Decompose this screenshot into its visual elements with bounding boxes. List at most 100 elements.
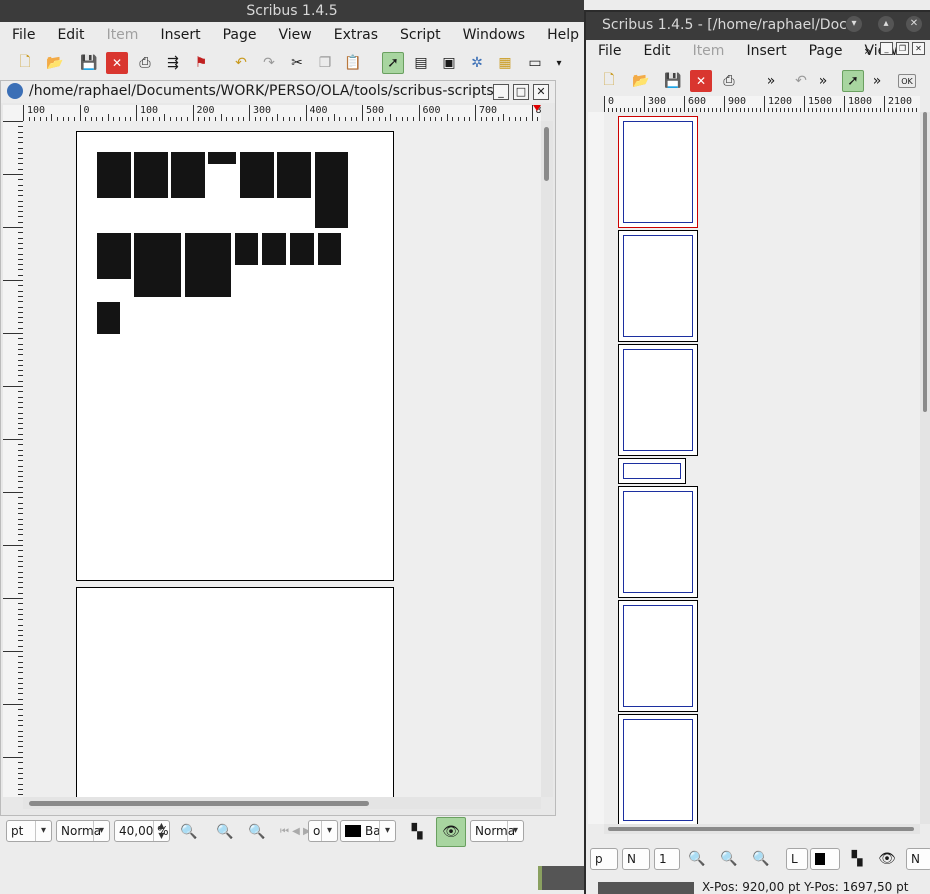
layer-select[interactable]: L bbox=[786, 848, 808, 870]
vertical-ruler[interactable] bbox=[3, 121, 23, 797]
paste-icon[interactable]: 📋 bbox=[342, 52, 364, 74]
zoom-in-icon[interactable]: 🔍 bbox=[750, 848, 772, 870]
document-canvas[interactable] bbox=[23, 121, 541, 797]
main-menu-help[interactable]: Help bbox=[535, 24, 589, 46]
unit-select[interactable]: pt ▾ bbox=[6, 820, 52, 842]
second-vertical-scroll-thumb[interactable] bbox=[923, 112, 927, 412]
color-select[interactable] bbox=[810, 848, 840, 870]
frame[interactable] bbox=[97, 233, 131, 279]
page-thumbnail[interactable] bbox=[618, 486, 698, 598]
main-menu-script[interactable]: Script bbox=[388, 24, 451, 46]
page-2[interactable] bbox=[76, 587, 394, 797]
view-options-icon[interactable]: ▚ bbox=[846, 848, 868, 870]
frame[interactable] bbox=[97, 302, 120, 334]
zoom-spinbox[interactable]: 1 bbox=[654, 848, 680, 870]
preview-mode-select[interactable]: N bbox=[906, 848, 930, 870]
undo-icon[interactable]: ↶ bbox=[230, 52, 252, 74]
horizontal-ruler[interactable]: 1000100200300400500600700800 bbox=[23, 105, 541, 121]
preview-mode-eye-icon[interactable]: 👁 bbox=[876, 848, 898, 870]
preview-mode-select[interactable]: Norma ▾ bbox=[470, 820, 524, 842]
copy-icon[interactable]: ❐ bbox=[314, 52, 336, 74]
shape-icon[interactable]: ▭ bbox=[524, 52, 546, 74]
frame[interactable] bbox=[171, 152, 205, 198]
frame[interactable] bbox=[262, 233, 286, 265]
open-document-icon[interactable]: 📂 bbox=[630, 70, 652, 92]
main-menu-insert[interactable]: Insert bbox=[148, 24, 210, 46]
new-document-icon[interactable]: 🗋 bbox=[598, 70, 620, 92]
frame[interactable] bbox=[208, 152, 236, 164]
preflight-icon[interactable]: ⇶ bbox=[162, 52, 184, 74]
second-vertical-scrollbar[interactable] bbox=[920, 112, 930, 824]
mdi-minimize-button[interactable]: _ bbox=[880, 42, 893, 55]
unit-select[interactable]: p bbox=[590, 848, 618, 870]
close-button[interactable]: ✕ bbox=[533, 84, 549, 100]
zoom-default-icon[interactable]: 🔍 bbox=[718, 848, 740, 870]
close-document-icon[interactable]: ✕ bbox=[106, 52, 128, 74]
close-document-icon[interactable]: ✕ bbox=[690, 70, 712, 92]
save-icon[interactable]: 💾 bbox=[662, 70, 684, 92]
shape-dropdown-icon[interactable]: ▾ bbox=[548, 52, 570, 74]
vertical-scrollbar[interactable] bbox=[541, 121, 553, 797]
shade-button[interactable]: ▾ bbox=[846, 16, 862, 32]
pdf-export-icon[interactable]: ⚑ bbox=[190, 52, 212, 74]
layer-select[interactable]: o ▾ bbox=[308, 820, 338, 842]
cut-icon[interactable]: ✂ bbox=[286, 52, 308, 74]
print-icon[interactable]: ⎙ bbox=[134, 52, 156, 74]
zoom-out-icon[interactable]: 🔍 bbox=[178, 821, 200, 843]
table-icon[interactable]: ▦ bbox=[494, 52, 516, 74]
ok-icon[interactable]: OK bbox=[898, 74, 916, 88]
page-thumbnail[interactable] bbox=[618, 714, 698, 824]
view-options-icon[interactable]: ▚ bbox=[406, 821, 428, 843]
unshade-button[interactable]: ▴ bbox=[878, 16, 894, 32]
zoom-in-icon[interactable]: 🔍 bbox=[246, 821, 268, 843]
frame[interactable] bbox=[315, 152, 348, 228]
mdi-restore-button[interactable]: ❐ bbox=[896, 42, 909, 55]
page-thumbnail[interactable] bbox=[618, 600, 698, 712]
zoom-out-icon[interactable]: 🔍 bbox=[686, 848, 708, 870]
mode-select[interactable]: Norma ▾ bbox=[56, 820, 110, 842]
page-thumbnail[interactable] bbox=[618, 116, 698, 228]
second-vertical-ruler[interactable] bbox=[588, 112, 604, 824]
second-horizontal-scrollbar[interactable] bbox=[604, 824, 920, 834]
color-select[interactable]: Ba ▾ bbox=[340, 820, 396, 842]
toolbar-overflow-icon[interactable]: » bbox=[866, 70, 888, 92]
frame[interactable] bbox=[235, 233, 258, 265]
second-document-canvas[interactable] bbox=[604, 112, 920, 824]
maximize-button[interactable]: □ bbox=[513, 84, 529, 100]
vertical-scroll-thumb[interactable] bbox=[544, 127, 549, 181]
mdi-close-button[interactable]: ✕ bbox=[912, 42, 925, 55]
frame[interactable] bbox=[134, 152, 168, 198]
page-thumbnail[interactable] bbox=[618, 344, 698, 456]
toolbar-overflow-icon[interactable]: » bbox=[760, 70, 782, 92]
select-tool-icon[interactable]: ➚ bbox=[842, 70, 864, 92]
page-thumbnail[interactable] bbox=[618, 458, 686, 484]
save-icon[interactable]: 💾 bbox=[78, 52, 100, 74]
second-horizontal-scroll-thumb[interactable] bbox=[608, 827, 914, 831]
image-frame-icon[interactable]: ▣ bbox=[438, 52, 460, 74]
frame[interactable] bbox=[134, 233, 181, 297]
render-frame-icon[interactable]: ✲ bbox=[466, 52, 488, 74]
main-menu-extras[interactable]: Extras bbox=[322, 24, 388, 46]
main-menu-file[interactable]: File bbox=[0, 24, 45, 46]
main-menu-view[interactable]: View bbox=[267, 24, 322, 46]
horizontal-scrollbar[interactable] bbox=[23, 797, 541, 809]
main-menu-page[interactable]: Page bbox=[211, 24, 267, 46]
minimize-button[interactable]: _ bbox=[493, 84, 509, 100]
second-menu-page[interactable]: Page bbox=[797, 40, 853, 62]
frame[interactable] bbox=[185, 233, 231, 297]
zoom-default-icon[interactable]: 🔍 bbox=[214, 821, 236, 843]
more-menus-icon[interactable]: » bbox=[864, 44, 871, 58]
page-thumbnail[interactable] bbox=[618, 230, 698, 342]
second-menu-file[interactable]: File bbox=[586, 40, 631, 62]
spin-arrows-icon[interactable]: ▲ ▼ bbox=[153, 821, 169, 841]
undo-icon[interactable]: ↶ bbox=[790, 70, 812, 92]
page-1[interactable] bbox=[76, 131, 394, 581]
toolbar-overflow-icon[interactable]: » bbox=[812, 70, 834, 92]
frame[interactable] bbox=[290, 233, 314, 265]
main-menu-edit[interactable]: Edit bbox=[45, 24, 94, 46]
close-window-button[interactable]: ✕ bbox=[906, 16, 922, 32]
frame[interactable] bbox=[318, 233, 341, 265]
frame[interactable] bbox=[277, 152, 311, 198]
frame[interactable] bbox=[97, 152, 131, 198]
preview-mode-eye-icon[interactable]: 👁 bbox=[436, 817, 466, 847]
